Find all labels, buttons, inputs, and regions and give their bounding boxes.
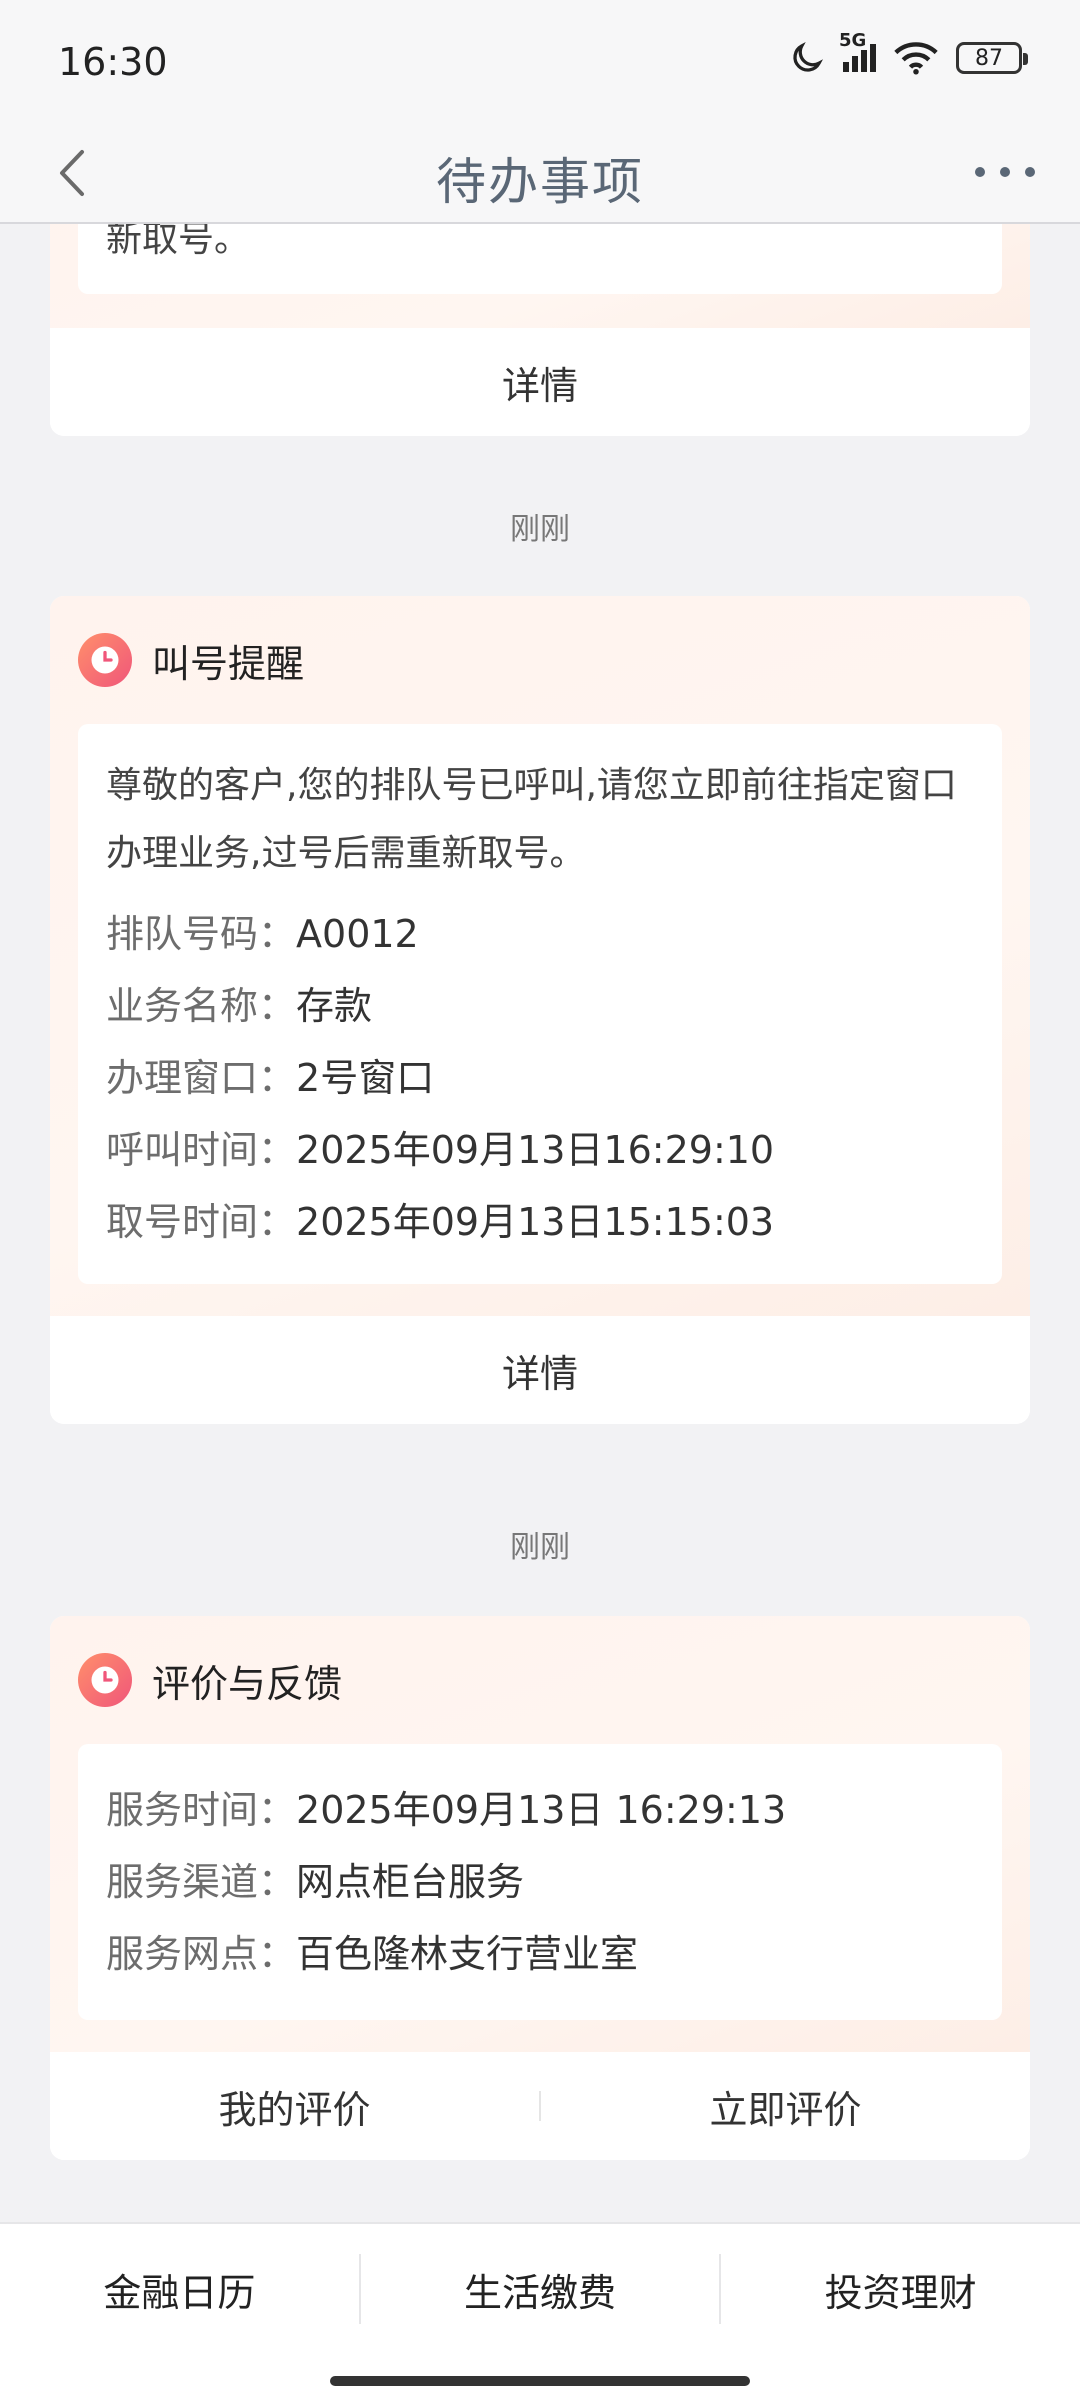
page-title: 待办事项 — [436, 153, 644, 211]
home-indicator[interactable] — [330, 2376, 750, 2386]
card-body: 尊敬的客户,您的排队号已呼叫,请您立即前往指定窗口办理业务,过号后需重新取号。 … — [78, 724, 1002, 1284]
review-now-button[interactable]: 立即评价 — [541, 2079, 1030, 2134]
card-title: 叫号提醒 — [152, 641, 305, 686]
detail-button[interactable]: 详情 — [50, 1316, 1030, 1424]
field-row-window: 办理窗口： 2号窗口 — [106, 1056, 435, 1100]
bottom-tab-bar: 金融日历 生活缴费 投资理财 — [0, 2222, 1080, 2400]
call-message: 尊敬的客户,您的排队号已呼叫,请您立即前往指定窗口办理业务,过号后需重新取号。 — [106, 765, 957, 874]
network-type: 5G — [839, 30, 867, 51]
card-header: 评价与反馈 — [78, 1616, 1002, 1744]
moon-icon — [793, 41, 824, 72]
status-icons: 5G 87 — [789, 30, 1028, 76]
queue-call-card: 叫号提醒 尊敬的客户,您的排队号已呼叫,请您立即前往指定窗口办理业务,过号后需重… — [50, 596, 1030, 1424]
field-row-service-time: 服务时间： 2025年09月13日 16:29:13 — [106, 1788, 787, 1832]
my-review-button[interactable]: 我的评价 — [50, 2079, 539, 2134]
time-label: 刚刚 — [510, 512, 570, 547]
field-row-queue-number: 排队号码： A0012 — [106, 912, 419, 956]
clock-icon — [78, 1653, 132, 1707]
tab-investment[interactable]: 投资理财 — [721, 2262, 1080, 2317]
field-row-service-channel: 服务渠道： 网点柜台服务 — [106, 1860, 525, 1904]
time-label: 刚刚 — [510, 1530, 570, 1565]
card-header: 叫号提醒 — [78, 596, 1002, 724]
field-row-call-time: 呼叫时间： 2025年09月13日16:29:10 — [106, 1128, 775, 1172]
card-body: 服务时间： 2025年09月13日 16:29:13 服务渠道： 网点柜台服务 … — [78, 1744, 1002, 2020]
tab-financial-calendar[interactable]: 金融日历 — [0, 2262, 359, 2317]
more-icon[interactable] — [970, 142, 1040, 202]
signal-icon: 5G — [839, 30, 876, 72]
status-time: 16:30 — [58, 40, 168, 84]
previous-card: 新取号。 详情 — [50, 224, 1030, 436]
feedback-actions: 我的评价 立即评价 — [50, 2052, 1030, 2160]
battery-indicator: 87 — [956, 42, 1028, 74]
status-bar: 16:30 5G 87 — [0, 0, 1080, 120]
tab-bill-payment[interactable]: 生活缴费 — [361, 2262, 720, 2317]
previous-card-text: 新取号。 — [106, 224, 251, 260]
previous-detail-button[interactable]: 详情 — [50, 328, 1030, 436]
field-row-ticket-time: 取号时间： 2025年09月13日15:15:03 — [106, 1200, 775, 1244]
feedback-card: 评价与反馈 服务时间： 2025年09月13日 16:29:13 服务渠道： 网… — [50, 1616, 1030, 2160]
todo-list[interactable]: 新取号。 详情 刚刚 叫号提醒 尊敬的客户,您的排队号已呼叫,请您立即前往指定窗… — [0, 224, 1080, 2222]
field-row-service-branch: 服务网点： 百色隆林支行营业室 — [106, 1932, 639, 1976]
nav-bar: 待办事项 — [0, 120, 1080, 224]
card-title: 评价与反馈 — [152, 1661, 343, 1706]
field-row-business-name: 业务名称： 存款 — [106, 984, 373, 1028]
clock-icon — [78, 633, 132, 687]
wifi-icon — [894, 42, 938, 75]
